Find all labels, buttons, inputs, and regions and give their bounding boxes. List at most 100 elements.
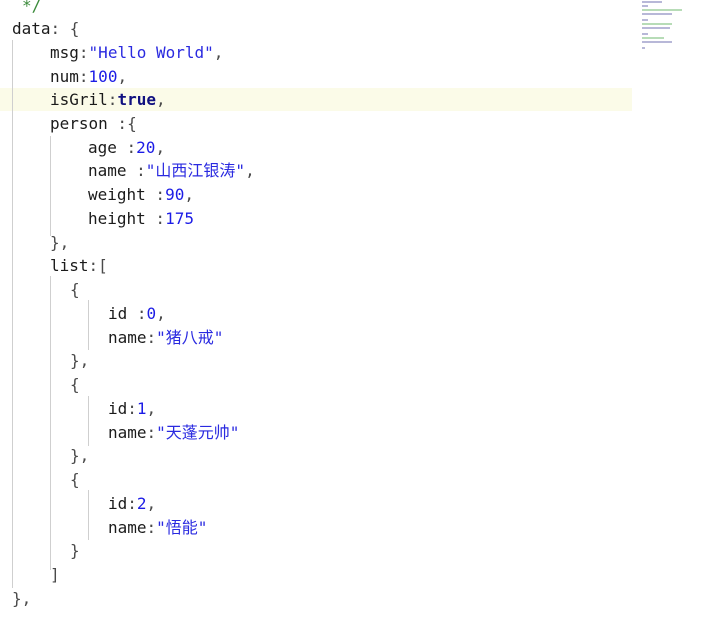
minimap-line <box>642 47 645 49</box>
code-line[interactable]: id:1, <box>108 397 156 421</box>
code-line[interactable]: { <box>70 468 80 492</box>
code-token: id <box>108 399 128 418</box>
code-token: , <box>184 185 194 204</box>
code-token: name <box>108 423 147 442</box>
code-line[interactable]: weight :90, <box>88 183 194 207</box>
code-token: 90 <box>165 185 185 204</box>
code-token: "悟能" <box>156 518 208 537</box>
code-line[interactable]: id :0, <box>108 302 166 326</box>
code-token: : <box>126 161 146 180</box>
code-line[interactable]: age :20, <box>88 136 165 160</box>
code-token: : <box>78 43 89 62</box>
code-line[interactable]: num:100, <box>50 65 127 89</box>
code-token: , <box>117 67 128 86</box>
code-token: : <box>116 138 137 157</box>
code-token: : <box>146 423 157 442</box>
code-token: name <box>88 161 127 180</box>
code-line[interactable]: name:"猪八戒" <box>108 326 223 350</box>
code-token: name <box>108 328 147 347</box>
indent-guide <box>50 276 51 570</box>
indent-guide <box>12 40 13 588</box>
code-token: :{ <box>107 114 137 133</box>
code-line[interactable]: list:[ <box>50 254 108 278</box>
code-token: weight <box>88 185 146 204</box>
code-token: 1 <box>136 399 147 418</box>
code-token: : { <box>50 19 80 38</box>
code-token: , <box>213 43 224 62</box>
minimap-line <box>642 1 662 3</box>
code-line[interactable]: name:"天蓬元帅" <box>108 421 239 445</box>
code-line[interactable]: height :175 <box>88 207 194 231</box>
code-token: msg <box>50 43 79 62</box>
code-token: 100 <box>88 67 118 86</box>
minimap-line <box>642 27 670 29</box>
code-token: name <box>108 518 147 537</box>
minimap-line <box>642 13 672 15</box>
code-editor[interactable]: */data: {msg:"Hello World", num:100, isGri… <box>0 0 704 628</box>
code-token: person <box>50 114 108 133</box>
minimap-line <box>642 19 648 21</box>
code-line[interactable]: { <box>70 373 80 397</box>
code-line[interactable]: { <box>70 278 80 302</box>
code-line[interactable]: msg:"Hello World", <box>50 41 223 65</box>
indent-guide <box>88 396 89 446</box>
code-token: : <box>145 185 166 204</box>
code-token: , <box>155 90 166 109</box>
code-token: , <box>156 304 166 323</box>
code-token: id <box>108 494 128 513</box>
code-token: id <box>108 304 128 323</box>
code-line[interactable]: ] <box>50 563 60 587</box>
code-line[interactable]: name :"山西江银涛", <box>88 159 255 183</box>
indent-guide <box>88 300 89 350</box>
code-token: , <box>155 138 166 157</box>
code-token: "Hello World" <box>88 43 214 62</box>
code-token: data <box>12 19 51 38</box>
code-token: }, <box>50 233 70 252</box>
minimap-line <box>642 41 672 43</box>
code-token: height <box>88 209 146 228</box>
code-line[interactable]: name:"悟能" <box>108 516 207 540</box>
code-token: }, <box>70 446 90 465</box>
minimap-line <box>642 9 682 11</box>
code-line[interactable]: }, <box>70 349 89 373</box>
code-token: : <box>127 304 147 323</box>
code-token: ] <box>50 565 60 584</box>
code-token: list <box>50 256 89 275</box>
code-token: : <box>145 209 166 228</box>
code-token: */ <box>22 0 42 15</box>
code-line[interactable]: id:2, <box>108 492 156 516</box>
code-token: "山西江银涛" <box>145 161 246 180</box>
code-token: : <box>146 328 157 347</box>
code-line[interactable]: }, <box>12 587 31 611</box>
minimap-line <box>642 33 648 35</box>
code-token: , <box>146 494 157 513</box>
code-token: :[ <box>88 256 108 275</box>
code-token: }, <box>70 351 90 370</box>
code-line[interactable]: }, <box>50 231 69 255</box>
code-token: : <box>127 494 137 513</box>
code-line[interactable]: } <box>70 539 80 563</box>
code-line[interactable]: */ <box>22 0 41 18</box>
code-token: }, <box>12 589 32 608</box>
code-token: isGril <box>50 90 108 109</box>
code-token: , <box>146 399 157 418</box>
code-line[interactable]: }, <box>70 444 89 468</box>
code-token: { <box>70 280 80 299</box>
indent-guide <box>50 136 51 236</box>
code-token: 0 <box>146 304 157 323</box>
code-token: "天蓬元帅" <box>156 423 240 442</box>
code-line[interactable]: isGril:true, <box>50 88 166 112</box>
code-token: { <box>70 470 80 489</box>
minimap-line <box>642 5 648 7</box>
code-token: 175 <box>165 209 194 228</box>
code-token: age <box>88 138 117 157</box>
code-line[interactable]: data: { <box>12 17 79 41</box>
code-token: 2 <box>136 494 147 513</box>
minimap[interactable] <box>642 0 704 60</box>
minimap-line <box>642 23 672 25</box>
code-token: : <box>107 90 118 109</box>
minimap-line <box>642 37 664 39</box>
code-line[interactable]: person :{ <box>50 112 137 136</box>
code-token: "猪八戒" <box>156 328 224 347</box>
code-token: , <box>245 161 255 180</box>
